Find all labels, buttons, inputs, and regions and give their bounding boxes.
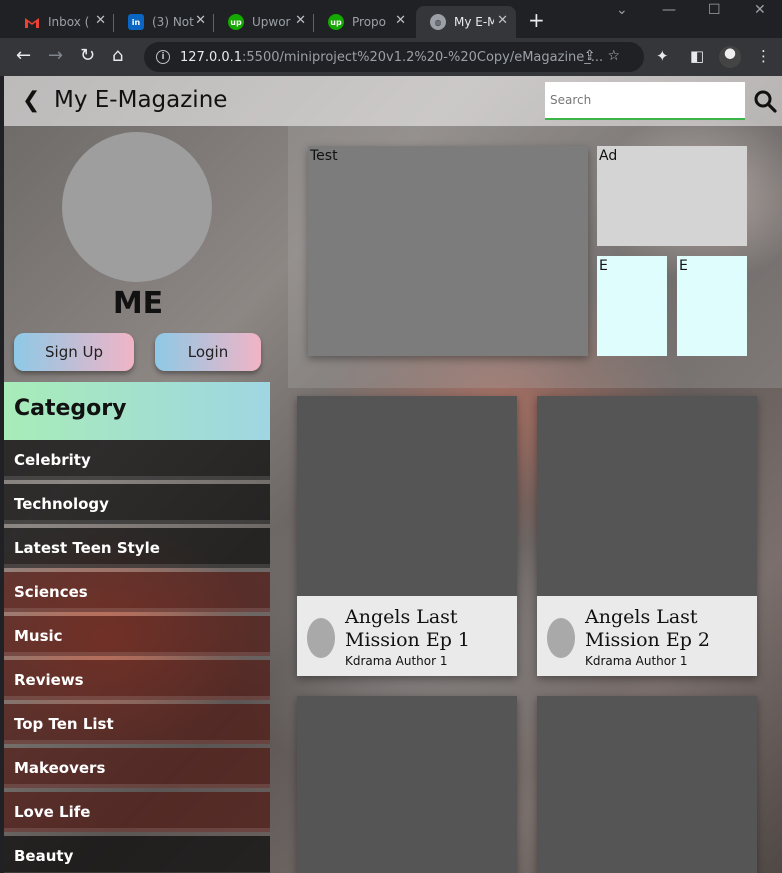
author-avatar (547, 618, 575, 658)
minimize-icon[interactable]: — (662, 2, 676, 18)
featured-panel[interactable]: Test (308, 146, 588, 356)
upwork-icon: up (228, 14, 244, 30)
small-panel[interactable]: E (677, 256, 747, 356)
tab-upwork-1[interactable]: up Upwor ✕ (214, 6, 314, 38)
sidebar-item-music[interactable]: Music (4, 616, 270, 656)
main-content: Test Ad E E Angels Last Mission Ep 1 Kdr… (288, 126, 782, 873)
category-heading: Category (4, 382, 270, 440)
menu-kebab-icon[interactable]: ⋮ (756, 47, 771, 65)
sidebar-item-love-life[interactable]: Love Life (4, 792, 270, 832)
url-host: 127.0.0.1 (180, 49, 243, 65)
sidebar: ME Sign Up Login Category Celebrity Tech… (4, 126, 272, 873)
maximize-icon[interactable]: ☐ (708, 2, 721, 18)
profile-avatar-icon[interactable] (719, 46, 741, 68)
sidebar-item-beauty[interactable]: Beauty (4, 836, 270, 873)
tab-upwork-2[interactable]: up Propo ✕ (314, 6, 414, 38)
tab-label: Inbox ( (48, 15, 90, 29)
article-card-footer: Angels Last Mission Ep 1 Kdrama Author 1 (297, 596, 517, 676)
back-chevron-icon[interactable]: ❮ (22, 88, 40, 113)
bookmark-star-icon[interactable]: ☆ (607, 48, 632, 64)
login-button[interactable]: Login (155, 333, 261, 371)
close-tab-icon[interactable]: ✕ (295, 13, 306, 28)
tab-gmail[interactable]: Inbox ( ✕ (10, 6, 114, 38)
extensions-puzzle-icon[interactable]: ✦ (656, 47, 669, 65)
url-path: :5500/miniproject%20v1.2%20-%20Copy/eMag… (242, 49, 604, 65)
address-bar[interactable]: i 127.0.0.1:5500/miniproject%20v1.2%20-%… (144, 42, 644, 72)
share-icon[interactable]: ⇪ (584, 48, 608, 64)
site-header: ❮ My E-Magazine (4, 76, 782, 126)
author-avatar (307, 618, 335, 658)
article-card[interactable]: Angels Last Mission Ep 2 Kdrama Author 1 (537, 396, 757, 676)
article-title: Angels Last Mission Ep 2 (585, 606, 710, 651)
sidebar-item-sciences[interactable]: Sciences (4, 572, 270, 612)
search-input[interactable] (545, 82, 745, 120)
tab-linkedin[interactable]: in (3) Not ✕ (114, 6, 214, 38)
signup-button[interactable]: Sign Up (14, 333, 134, 371)
search-icon[interactable] (753, 89, 777, 113)
upwork-icon: up (328, 14, 344, 30)
page-title: My E-Magazine (54, 87, 228, 113)
globe-icon: ◍ (430, 14, 446, 30)
side-panel-icon[interactable]: ◧ (690, 47, 704, 65)
tab-emagazine[interactable]: ◍ My E-M ✕ (416, 6, 516, 38)
close-tab-icon[interactable]: ✕ (395, 13, 406, 28)
sidebar-item-reviews[interactable]: Reviews (4, 660, 270, 700)
tab-label: My E-M (454, 15, 494, 29)
article-card[interactable]: Angels Last Mission Ep 1 Kdrama Author 1 (297, 396, 517, 676)
small-panel[interactable]: E (597, 256, 667, 356)
forward-arrow-icon[interactable]: → (48, 46, 63, 66)
site-info-icon[interactable]: i (156, 50, 170, 64)
close-tab-icon[interactable]: ✕ (95, 13, 106, 28)
close-window-icon[interactable]: ✕ (754, 2, 766, 18)
ad-panel[interactable]: Ad (597, 146, 747, 246)
profile-avatar (62, 132, 212, 282)
sidebar-item-top-ten-list[interactable]: Top Ten List (4, 704, 270, 744)
profile-name: ME (112, 286, 164, 321)
close-tab-icon[interactable]: ✕ (195, 13, 206, 28)
article-card[interactable] (537, 696, 757, 873)
new-tab-icon[interactable]: + (528, 10, 545, 30)
reload-icon[interactable]: ↻ (80, 46, 95, 66)
webpage: ❮ My E-Magazine ME Sign Up Login Categor… (4, 76, 782, 873)
article-card-footer: Angels Last Mission Ep 2 Kdrama Author 1 (537, 596, 757, 676)
sidebar-item-celebrity[interactable]: Celebrity (4, 440, 270, 480)
browser-toolbar: ← → ↻ ⌂ i 127.0.0.1:5500/miniproject%20v… (0, 38, 782, 76)
article-card[interactable] (297, 696, 517, 873)
sidebar-item-technology[interactable]: Technology (4, 484, 270, 524)
article-title: Angels Last Mission Ep 1 (345, 606, 470, 651)
back-arrow-icon[interactable]: ← (16, 46, 31, 66)
sidebar-item-latest-teen-style[interactable]: Latest Teen Style (4, 528, 270, 568)
gmail-icon (24, 14, 40, 30)
article-author: Kdrama Author 1 (585, 654, 688, 668)
browser-tab-strip: Inbox ( ✕ in (3) Not ✕ up Upwor ✕ up Pro… (0, 0, 782, 41)
article-author: Kdrama Author 1 (345, 654, 448, 668)
tab-search-chevron-icon[interactable]: ⌄ (616, 2, 628, 18)
featured-section: Test Ad E E (288, 126, 782, 388)
close-tab-icon[interactable]: ✕ (497, 13, 508, 28)
home-icon[interactable]: ⌂ (112, 46, 123, 66)
linkedin-icon: in (128, 14, 144, 30)
sidebar-item-makeovers[interactable]: Makeovers (4, 748, 270, 788)
